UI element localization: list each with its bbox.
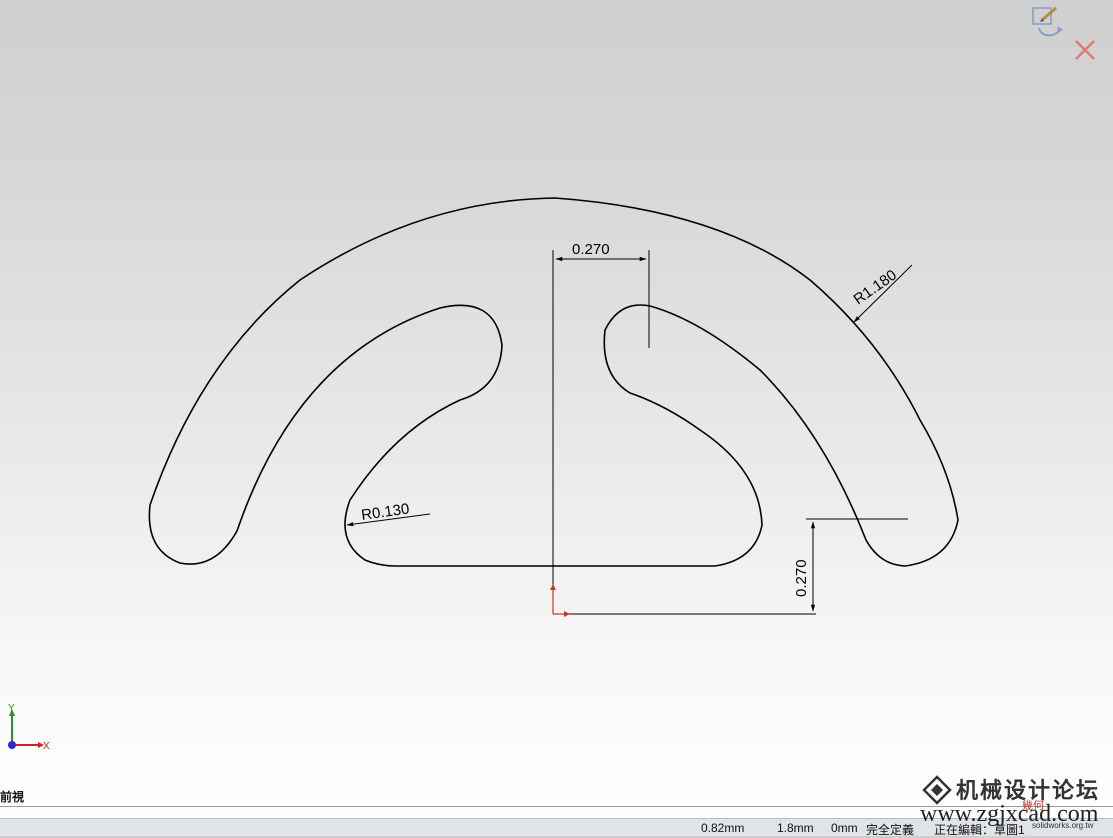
watermark-sub: solidworks.org.tw [1032, 821, 1094, 830]
sketch-canvas[interactable]: 0.270 R1.180 R0.130 0.270 Y X [0, 0, 1113, 800]
watermark-badge: 幾何 [1022, 800, 1044, 812]
sketch-origin[interactable] [550, 584, 570, 617]
triad-y-label: Y [8, 703, 15, 714]
cancel-button[interactable] [1073, 38, 1097, 62]
status-definition-state: 完全定義 [866, 823, 915, 837]
status-x-coord: 0.82mm [701, 821, 745, 835]
dim-width-text[interactable]: 0.270 [572, 241, 610, 258]
dimension-fillet-radius[interactable]: R0.130 [346, 500, 431, 527]
watermark: 机械设计论坛 www.zgjxcad.com 幾何 solidworks.org… [920, 773, 1113, 835]
dim-outer-radius-text[interactable]: R1.180 [851, 267, 900, 309]
close-icon [1075, 40, 1095, 60]
graphics-area[interactable]: 0.270 R1.180 R0.130 0.270 Y X [0, 0, 1113, 800]
exit-sketch-button[interactable] [1030, 4, 1070, 42]
triad-x-label: X [43, 741, 50, 752]
edit-sketch-icon [1032, 6, 1063, 37]
dim-fillet-radius-text[interactable]: R0.130 [360, 500, 410, 524]
dim-height-text[interactable]: 0.270 [793, 559, 810, 597]
outer-arc-profile[interactable] [148, 197, 959, 567]
dimension-width[interactable]: 0.270 [552, 241, 650, 610]
status-z-coord: 0mm [831, 821, 858, 835]
tab-front-view[interactable]: 前視 [0, 788, 24, 805]
confirmation-corner [1026, 4, 1106, 66]
dimension-outer-radius[interactable]: R1.180 [851, 264, 913, 323]
reference-triad: Y X [8, 703, 50, 752]
status-y-coord: 1.8mm [777, 821, 814, 835]
